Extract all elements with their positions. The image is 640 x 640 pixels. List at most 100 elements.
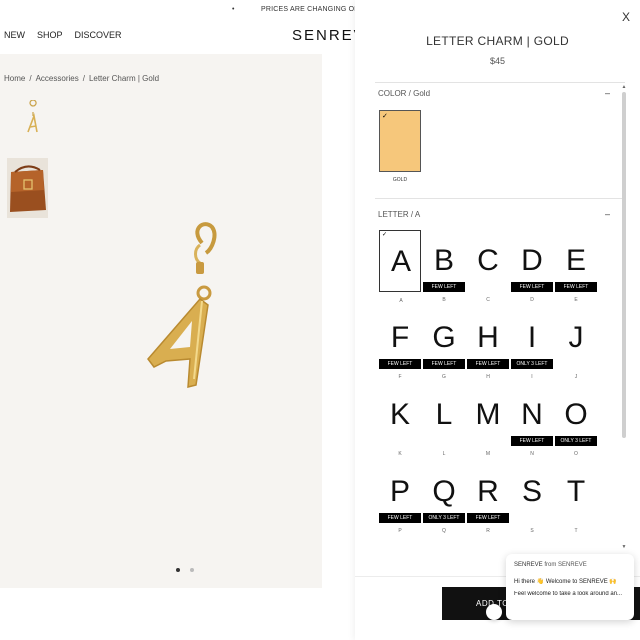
- nav-item-new[interactable]: NEW: [4, 30, 25, 40]
- letter-caption: K: [398, 451, 402, 457]
- breadcrumb-home[interactable]: Home: [4, 74, 25, 83]
- letter-option-r[interactable]: R FEW LEFT R: [467, 461, 509, 534]
- letter-glyph: J: [568, 321, 584, 354]
- letter-glyph: A: [390, 245, 411, 278]
- letter-option-q[interactable]: Q ONLY 3 LEFT Q: [423, 461, 465, 534]
- color-swatch-gold[interactable]: ✓: [379, 110, 421, 172]
- color-section-label: COLOR / Gold: [378, 89, 431, 98]
- thumbnail-charm[interactable]: [7, 99, 48, 160]
- letter-option-l[interactable]: LL: [423, 384, 465, 457]
- letter-caption: T: [574, 528, 578, 534]
- letter-caption: Q: [442, 528, 446, 534]
- nav-item-discover[interactable]: DISCOVER: [75, 30, 122, 40]
- thumbnail-bag[interactable]: [7, 158, 48, 218]
- product-gallery: Home / Accessories / Letter Charm | Gold: [0, 54, 322, 588]
- scroll-up-icon[interactable]: ▲: [621, 84, 627, 90]
- stock-badge: FEW LEFT: [467, 513, 509, 523]
- letter-option-j[interactable]: JJ: [555, 307, 597, 380]
- letter-option-k[interactable]: KK: [379, 384, 421, 457]
- letter-caption: H: [486, 374, 490, 380]
- letter-option-t[interactable]: TT: [555, 461, 597, 534]
- carousel-dots: [176, 568, 194, 572]
- scrollbar-thumb[interactable]: [622, 92, 626, 438]
- letter-glyph: D: [521, 244, 543, 277]
- carousel-dot-1[interactable]: [176, 568, 180, 572]
- stock-badge: ONLY 3 LEFT: [555, 436, 597, 446]
- nav-item-shop[interactable]: SHOP: [37, 30, 63, 40]
- letter-glyph: L: [435, 398, 453, 431]
- letter-glyph: E: [565, 244, 586, 277]
- letter-option-d[interactable]: D FEW LEFT D: [511, 230, 553, 303]
- letter-option-i[interactable]: I ONLY 3 LEFT I: [511, 307, 553, 380]
- letter-caption: J: [574, 374, 578, 380]
- letter-glyph: R: [477, 475, 499, 508]
- breadcrumb-current: Letter Charm | Gold: [88, 74, 160, 83]
- stock-badge: FEW LEFT: [511, 282, 553, 292]
- letter-caption: G: [442, 374, 446, 380]
- stock-badge: ONLY 3 LEFT: [423, 513, 465, 523]
- chat-sender-from: from SENREVE: [544, 562, 587, 568]
- drawer-scrollbar[interactable]: ▲ ▼: [621, 84, 627, 550]
- letter-caption: B: [442, 297, 446, 303]
- chat-sender-name: SENREVE: [514, 562, 543, 568]
- letter-option-b[interactable]: B FEW LEFT B: [423, 230, 465, 303]
- letter-option-f[interactable]: F FEW LEFT F: [379, 307, 421, 380]
- breadcrumb-accessories[interactable]: Accessories: [36, 74, 79, 83]
- chat-avatar-icon[interactable]: [486, 604, 502, 620]
- letter-option-s[interactable]: SS: [511, 461, 553, 534]
- stock-badge: ONLY 3 LEFT: [511, 359, 553, 369]
- letter-caption: R: [486, 528, 490, 534]
- letter-option-a[interactable]: ✓ A A: [379, 230, 421, 304]
- promo-bullet: •: [232, 6, 235, 13]
- letter-option-m[interactable]: MM: [467, 384, 509, 457]
- page: • PRICES ARE CHANGING ON FEB 1. LE NEW S…: [0, 0, 640, 640]
- main-nav: NEW SHOP DISCOVER: [4, 30, 122, 40]
- chat-popup[interactable]: SENREVE from SENREVE Hi there 👋 Welcome …: [506, 554, 634, 620]
- letter-caption: L: [442, 451, 446, 457]
- letter-option-p[interactable]: P FEW LEFT P: [379, 461, 421, 534]
- letter-caption: S: [530, 528, 534, 534]
- letter-caption: M: [485, 451, 491, 457]
- letter-glyph: S: [521, 475, 542, 508]
- product-price: $45: [489, 56, 506, 66]
- chat-message-line-2: Feel welcome to take a look around an...: [514, 591, 623, 597]
- bag-thumbnail-image: [7, 158, 48, 218]
- stock-badge: FEW LEFT: [423, 359, 465, 369]
- letter-caption: D: [530, 297, 534, 303]
- letter-glyph: C: [477, 244, 499, 277]
- letter-glyph: M: [475, 398, 501, 431]
- carousel-dot-2[interactable]: [190, 568, 194, 572]
- letter-option-n[interactable]: N FEW LEFT N: [511, 384, 553, 457]
- color-swatch-label: GOLD: [392, 177, 408, 183]
- close-button[interactable]: X: [622, 10, 630, 24]
- letter-glyph: N: [521, 398, 543, 431]
- letter-glyph: P: [389, 475, 410, 508]
- stock-badge: FEW LEFT: [511, 436, 553, 446]
- stock-badge: FEW LEFT: [467, 359, 509, 369]
- color-section-collapse-button[interactable]: –: [605, 88, 610, 98]
- letter-option-g[interactable]: G FEW LEFT G: [423, 307, 465, 380]
- charm-thumbnail-image: [27, 99, 38, 133]
- letter-caption: N: [530, 451, 534, 457]
- letter-option-h[interactable]: H FEW LEFT H: [467, 307, 509, 380]
- letter-option-c[interactable]: CC: [467, 230, 509, 303]
- letter-glyph: K: [389, 398, 410, 431]
- letter-option-e[interactable]: E FEW LEFT E: [555, 230, 597, 303]
- letter-glyph: I: [527, 321, 537, 354]
- letter-option-o[interactable]: O ONLY 3 LEFT O: [555, 384, 597, 457]
- stock-badge: FEW LEFT: [423, 282, 465, 292]
- chat-message-line-1: Hi there 👋 Welcome to SENREVE 🙌: [514, 579, 617, 585]
- product-main-image[interactable]: [130, 219, 240, 394]
- breadcrumb-separator: /: [29, 74, 32, 83]
- letter-section-collapse-button[interactable]: –: [605, 209, 610, 219]
- letter-caption: F: [398, 374, 402, 380]
- divider: [375, 198, 625, 199]
- letter-caption: C: [486, 297, 490, 303]
- check-icon: ✓: [382, 232, 388, 238]
- divider: [375, 82, 625, 83]
- scroll-down-icon[interactable]: ▼: [621, 544, 627, 550]
- check-icon: ✓: [382, 113, 388, 120]
- letter-glyph: Q: [432, 475, 456, 508]
- letter-caption: E: [574, 297, 578, 303]
- letter-glyph: B: [433, 244, 454, 277]
